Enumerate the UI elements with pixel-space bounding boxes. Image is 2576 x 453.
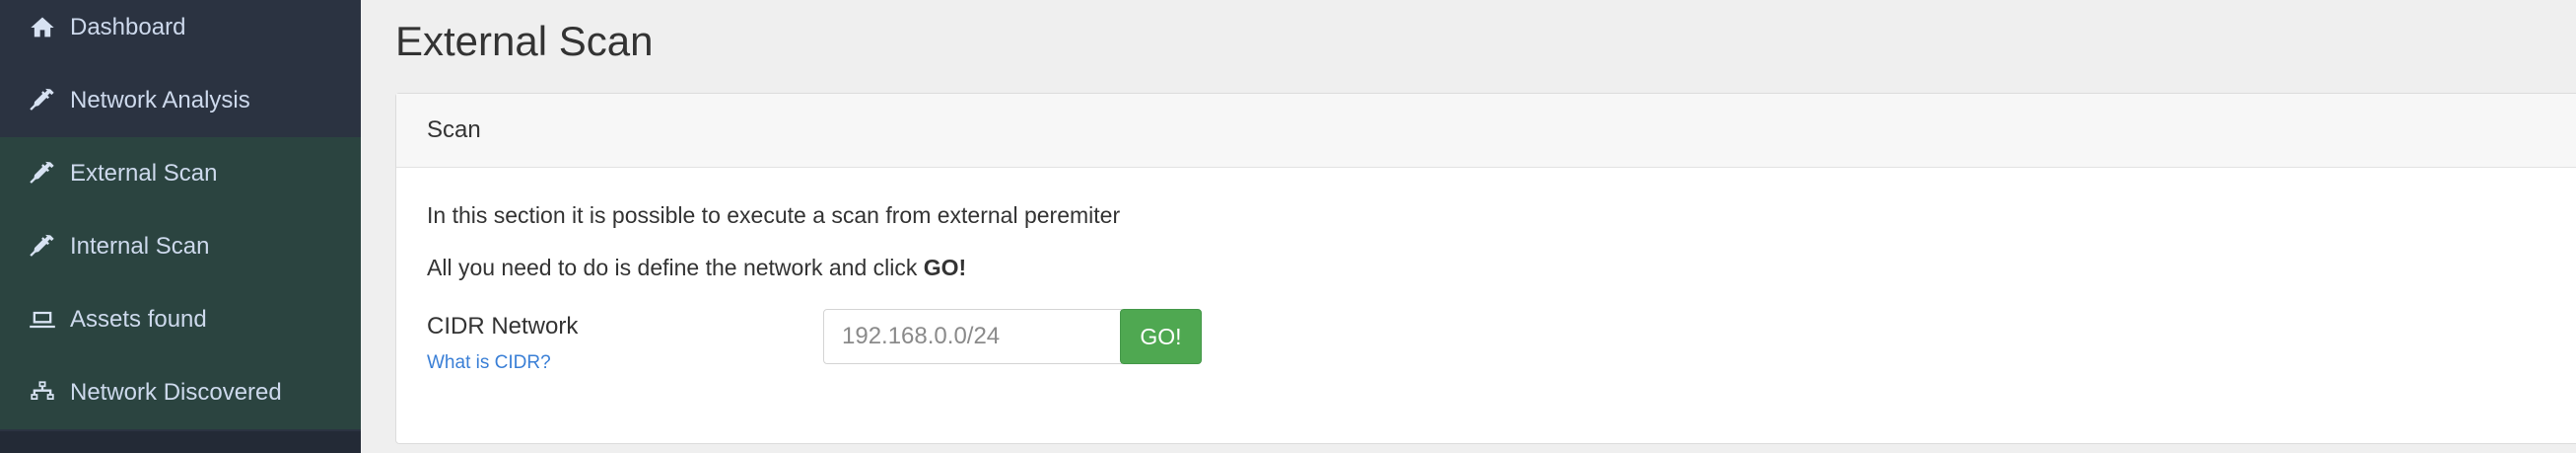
laptop-icon: [27, 304, 58, 336]
sidebar-item-label: Internal Scan: [70, 233, 210, 260]
sidebar-item-network-discovered[interactable]: Network Discovered: [0, 356, 361, 429]
cidr-label: CIDR Network: [427, 313, 579, 340]
sidebar-item-external-scan[interactable]: External Scan: [0, 137, 361, 210]
sidebar-item-internal-scan[interactable]: Internal Scan: [0, 210, 361, 283]
sitemap-icon: [27, 377, 58, 409]
cidr-input[interactable]: [823, 309, 1122, 364]
syringe-icon: [27, 158, 58, 189]
sidebar-item-label: Network Discovered: [70, 379, 282, 406]
syringe-icon: [27, 231, 58, 263]
scan-card: Scan In this section it is possible to e…: [395, 93, 2576, 444]
sidebar-item-label: External Scan: [70, 160, 218, 187]
sidebar-item-assets-found[interactable]: Assets found: [0, 283, 361, 356]
sidebar-item-label: Network Analysis: [70, 87, 250, 113]
go-button[interactable]: GO!: [1120, 309, 1202, 364]
sidebar-item-label: Assets found: [70, 306, 207, 333]
instruction-text: All you need to do is define the network…: [427, 255, 966, 281]
home-icon: [27, 12, 58, 43]
sidebar-footer: [0, 431, 361, 453]
sidebar-item-dashboard[interactable]: Dashboard: [0, 0, 361, 64]
what-is-cidr-link[interactable]: What is CIDR?: [427, 352, 551, 374]
card-header: Scan: [396, 94, 2576, 168]
sidebar: Dashboard Network Analysis External Scan…: [0, 0, 361, 431]
description-text: In this section it is possible to execut…: [427, 202, 1121, 228]
syringe-icon: [27, 85, 58, 116]
instruction-prefix: All you need to do is define the network…: [427, 255, 924, 280]
sidebar-item-label: Dashboard: [70, 14, 186, 40]
sidebar-item-network-analysis[interactable]: Network Analysis: [0, 64, 361, 137]
instruction-go: GO!: [923, 255, 967, 280]
page-title: External Scan: [395, 18, 654, 64]
